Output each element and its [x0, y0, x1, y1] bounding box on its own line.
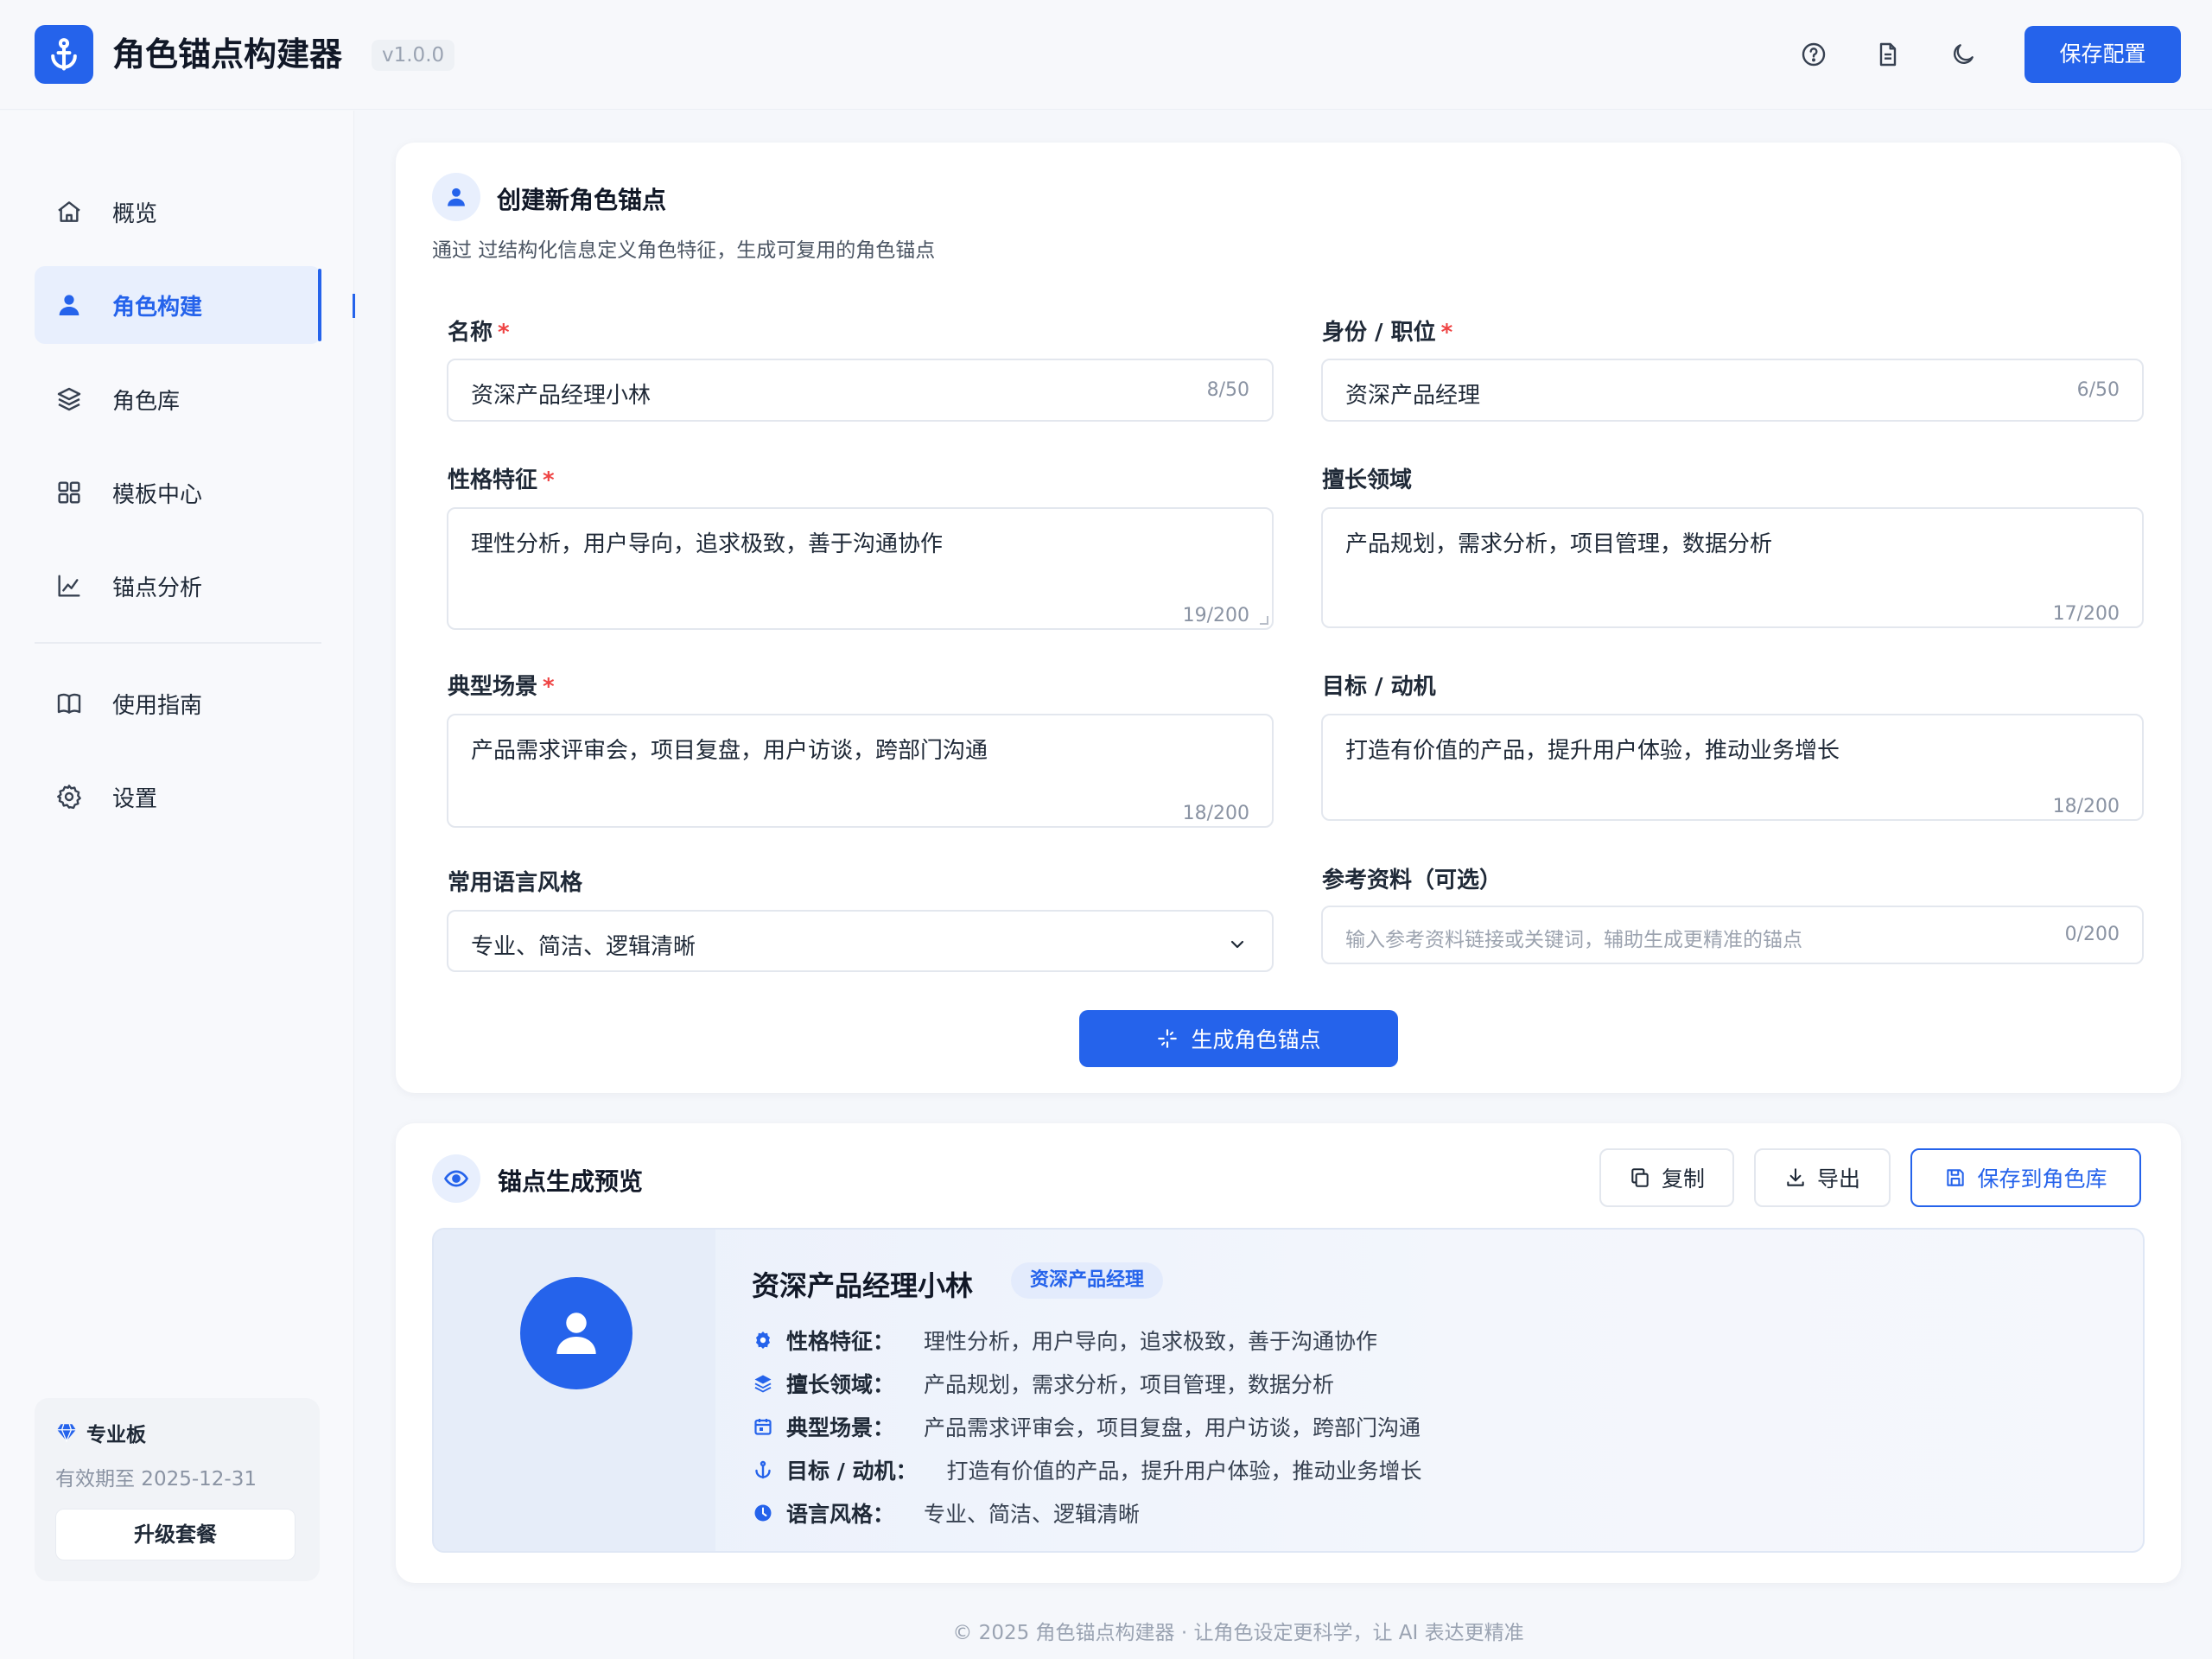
plan-expiry: 有效期至 2025-12-31 [55, 1468, 257, 1491]
sidebar-item-label: 使用指南 [112, 692, 203, 719]
preview-title: 锚点生成预览 [498, 1167, 644, 1196]
save-icon [1944, 1166, 1967, 1189]
help-icon[interactable] [1799, 40, 1828, 69]
name-value: 资深产品经理小林 [471, 383, 652, 409]
expertise-label: 擅长领域 [1322, 467, 1413, 493]
plan-name: 专业板 [55, 1418, 146, 1447]
identity-input[interactable]: 资深产品经理 6/50 [1321, 359, 2144, 422]
gear-icon [52, 779, 86, 814]
sidebar-item-overview[interactable]: 概览 [35, 173, 321, 251]
role-badge: 资深产品经理 [1011, 1262, 1164, 1299]
sidebar-item-label: 角色库 [112, 388, 181, 415]
avatar [520, 1277, 632, 1389]
goals-label: 目标 / 动机 [1322, 674, 1436, 700]
form-subtitle: 通过 过结构化信息定义角色特征，生成可复用的角色锚点 [432, 239, 936, 262]
user-icon [432, 173, 480, 221]
char-counter: 19/200 [1182, 605, 1249, 626]
form-title: 创建新角色锚点 [497, 186, 667, 214]
reference-input[interactable]: 输入参考资料链接或关键词，辅助生成更精准的锚点 0/200 [1321, 906, 2144, 964]
sidebar-item-role-builder[interactable]: 角色构建 [35, 266, 321, 344]
sidebar-item-label: 角色构建 [112, 294, 203, 321]
sparkle-icon [1156, 1027, 1179, 1050]
char-counter: 18/200 [1182, 803, 1249, 824]
sidebar-item-role-library[interactable]: 角色库 [35, 360, 321, 438]
personality-textarea[interactable]: 理性分析，用户导向，追求极致，善于沟通协作 19/200 [447, 507, 1274, 630]
copy-icon [1629, 1166, 1651, 1189]
preview-row: 性格特征： 理性分析，用户导向，追求极致，善于沟通协作 [752, 1323, 1377, 1357]
scenarios-value: 产品需求评审会，项目复盘，用户访谈，跨部门沟通 [471, 738, 988, 764]
version-badge: v1.0.0 [372, 40, 455, 71]
upgrade-plan-button[interactable]: 升级套餐 [55, 1509, 296, 1560]
active-indicator [318, 269, 321, 341]
save-config-button[interactable]: 保存配置 [2024, 26, 2181, 83]
char-counter: 8/50 [1206, 379, 1249, 401]
identity-value: 资深产品经理 [1345, 383, 1481, 409]
home-icon [52, 194, 86, 229]
style-value: 专业、简洁、逻辑清晰 [471, 934, 696, 960]
name-label: 名称 * [448, 320, 510, 346]
sidebar-item-analysis[interactable]: 锚点分析 [35, 547, 321, 625]
download-icon [1784, 1166, 1807, 1189]
save-to-library-button[interactable]: 保存到角色库 [1910, 1148, 2141, 1207]
chevron-down-icon [1227, 934, 1248, 955]
scroll-indicator [353, 294, 355, 318]
eye-icon [432, 1154, 480, 1203]
identity-label: 身份 / 职位 * [1322, 320, 1453, 346]
brain-icon [752, 1329, 774, 1351]
char-counter: 6/50 [2076, 379, 2120, 401]
preview-row: 目标 / 动机： 打造有价值的产品，提升用户体验，推动业务增长 [752, 1452, 1422, 1487]
moon-icon[interactable] [1948, 40, 1978, 69]
anchor-preview-panel: 资深产品经理小林 资深产品经理 性格特征： 理性分析，用户导向，追求极致，善于沟… [432, 1228, 2145, 1553]
chat-icon [752, 1502, 774, 1524]
style-label: 常用语言风格 [448, 870, 583, 896]
sidebar-item-label: 概览 [112, 200, 158, 227]
chart-icon [52, 569, 86, 603]
preview-row: 擅长领域： 产品规划，需求分析，项目管理，数据分析 [752, 1366, 1334, 1401]
document-icon[interactable] [1873, 40, 1903, 69]
personality-label: 性格特征 * [448, 467, 555, 493]
copy-button[interactable]: 复制 [1599, 1148, 1734, 1207]
char-counter: 0/200 [2064, 924, 2120, 945]
diamond-icon [55, 1421, 78, 1444]
sidebar-item-guide[interactable]: 使用指南 [35, 664, 321, 742]
name-input[interactable]: 资深产品经理小林 8/50 [447, 359, 1274, 422]
grid-icon [52, 475, 86, 510]
generate-anchor-button[interactable]: 生成角色锚点 [1079, 1010, 1398, 1067]
scenarios-label: 典型场景 * [448, 674, 555, 700]
export-button[interactable]: 导出 [1754, 1148, 1891, 1207]
goals-textarea[interactable]: 打造有价值的产品，提升用户体验，推动业务增长 18/200 [1321, 714, 2144, 821]
preview-role-name: 资深产品经理小林 [752, 1269, 974, 1302]
expertise-value: 产品规划，需求分析，项目管理，数据分析 [1345, 531, 1773, 557]
preview-avatar-panel [434, 1230, 715, 1551]
char-counter: 17/200 [2052, 603, 2120, 625]
sidebar-item-label: 模板中心 [112, 481, 203, 508]
expertise-textarea[interactable]: 产品规划，需求分析，项目管理，数据分析 17/200 [1321, 507, 2144, 628]
book-icon [52, 686, 86, 721]
reference-label: 参考资料（可选） [1322, 868, 1503, 893]
sidebar-item-templates[interactable]: 模板中心 [35, 454, 321, 531]
footer-text: © 2025 角色锚点构建器 · 让角色设定更科学，让 AI 表达更精准 [952, 1622, 1524, 1644]
app-title: 角色锚点构建器 [112, 35, 343, 73]
personality-value: 理性分析，用户导向，追求极致，善于沟通协作 [471, 531, 944, 557]
sidebar-divider [35, 642, 321, 644]
calendar-icon [752, 1415, 774, 1438]
layers-icon [52, 382, 86, 416]
language-style-select[interactable]: 专业、简洁、逻辑清晰 [447, 910, 1274, 972]
preview-row: 语言风格： 专业、简洁、逻辑清晰 [752, 1496, 1140, 1530]
preview-row: 典型场景： 产品需求评审会，项目复盘，用户访谈，跨部门沟通 [752, 1409, 1421, 1444]
goals-value: 打造有价值的产品，提升用户体验，推动业务增长 [1345, 738, 1840, 764]
sidebar-item-label: 锚点分析 [112, 575, 203, 601]
char-counter: 18/200 [2052, 796, 2120, 817]
sidebar-item-settings[interactable]: 设置 [35, 758, 321, 836]
scenarios-textarea[interactable]: 产品需求评审会，项目复盘，用户访谈，跨部门沟通 18/200 [447, 714, 1274, 828]
target-icon [752, 1459, 774, 1481]
user-icon [52, 288, 86, 322]
reference-placeholder: 输入参考资料链接或关键词，辅助生成更精准的锚点 [1345, 929, 1802, 951]
layers-icon [752, 1372, 774, 1395]
sidebar-item-label: 设置 [112, 785, 158, 812]
anchor-logo-icon [35, 25, 93, 84]
resize-handle[interactable] [1260, 616, 1268, 625]
top-header: 角色锚点构建器 v1.0.0 保存配置 [0, 0, 2212, 110]
